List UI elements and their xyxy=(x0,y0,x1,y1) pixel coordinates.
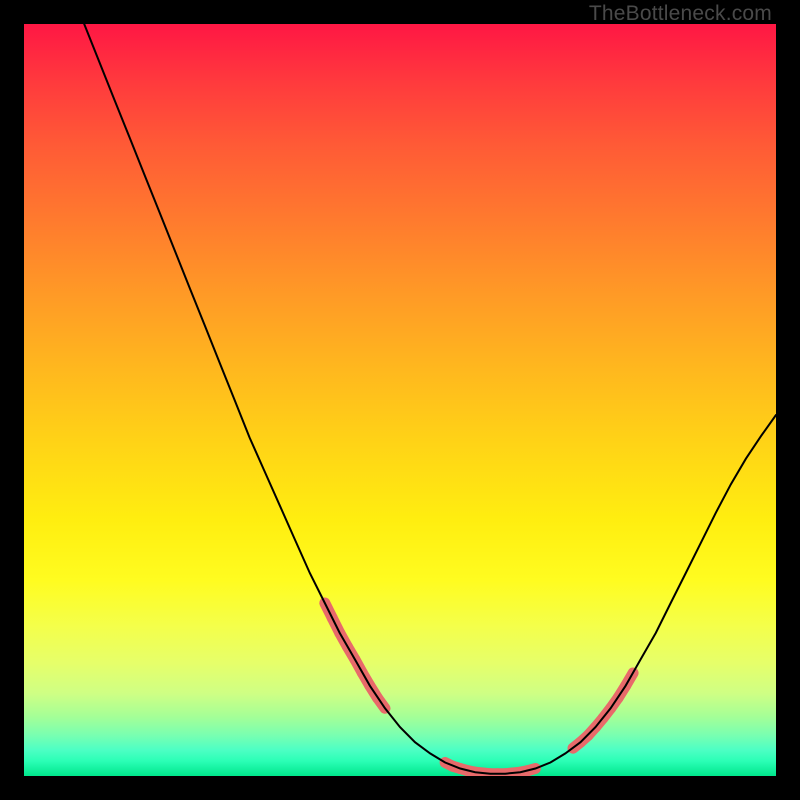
watermark-text: TheBottleneck.com xyxy=(589,2,772,26)
plot-area xyxy=(24,24,776,776)
curve-layer xyxy=(24,24,776,776)
chart-frame: TheBottleneck.com xyxy=(0,0,800,800)
bottleneck-curve xyxy=(84,24,776,774)
highlight-band-right xyxy=(573,673,633,748)
highlight-band-left xyxy=(325,603,385,708)
